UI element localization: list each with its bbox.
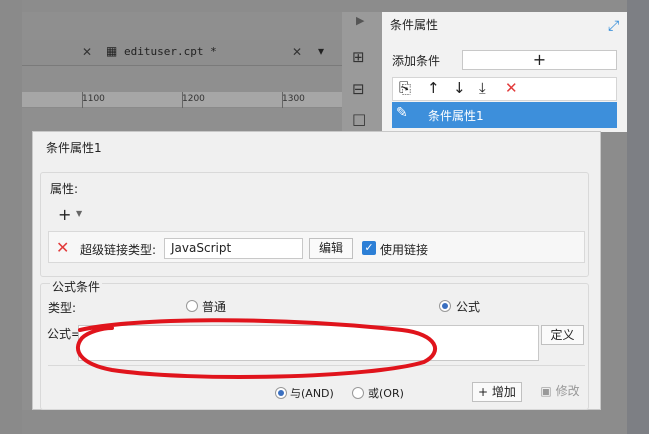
ruler-label: 1200: [182, 94, 205, 104]
hyperlink-type-label: 超级链接类型:: [80, 243, 157, 257]
condition-list-toolbar: ⎘ ↑ ↓ ⤓ ✕: [392, 77, 617, 101]
pin-icon[interactable]: ⤢: [608, 18, 619, 34]
move-down-icon[interactable]: ↓: [453, 79, 466, 97]
edit-pencil-icon: ✎: [396, 105, 408, 121]
move-up-icon[interactable]: ↑: [427, 79, 440, 97]
add-attribute-button[interactable]: +: [58, 205, 71, 224]
radio-and[interactable]: [275, 387, 287, 399]
define-button[interactable]: 定义: [541, 325, 584, 345]
close-icon[interactable]: ✕: [292, 45, 302, 59]
dialog-title: 条件属性1: [46, 141, 102, 155]
border-icon[interactable]: □: [352, 110, 366, 128]
radio-or-label: 或(OR): [368, 387, 404, 400]
annotation-circle: [76, 318, 437, 379]
radio-or[interactable]: [352, 387, 364, 399]
use-link-checkbox[interactable]: ✓: [362, 241, 376, 255]
move-bottom-icon[interactable]: ⤓: [479, 79, 486, 97]
use-link-label: 使用链接: [380, 243, 429, 257]
widget-attribute-icon[interactable]: ⊟: [352, 80, 365, 98]
editor-tab-bar: ✕ ▦ edituser.cpt * ✕ ▾: [22, 40, 342, 66]
expand-arrow-icon[interactable]: ▶: [356, 14, 364, 27]
formula-group-label: 公式条件: [50, 278, 103, 295]
chevron-down-icon[interactable]: ▼: [76, 209, 82, 218]
close-icon[interactable]: ✕: [82, 45, 92, 59]
ruler-label: 1100: [82, 94, 105, 104]
tab-edituser[interactable]: edituser.cpt *: [124, 45, 217, 58]
modify-button-label: 修改: [555, 384, 580, 398]
background-overlay-right: [627, 0, 649, 434]
ruler-tick: [82, 92, 83, 108]
ruler-label: 1300: [282, 94, 305, 104]
add-condition-button[interactable]: +: [462, 50, 617, 70]
radio-normal-label: 普通: [202, 300, 227, 314]
condition-item-label: 条件属性1: [428, 109, 484, 123]
radio-formula[interactable]: [439, 300, 451, 312]
delete-icon[interactable]: ✕: [56, 238, 69, 257]
modify-button[interactable]: ▣ 修改: [536, 382, 584, 402]
cell-attribute-icon[interactable]: ⊞: [352, 48, 365, 66]
delete-icon[interactable]: ✕: [505, 79, 518, 97]
ruler-tick: [182, 92, 183, 108]
tab-menu-icon[interactable]: ▾: [318, 44, 324, 58]
edit-button[interactable]: 编辑: [309, 238, 353, 259]
ruler-tick: [282, 92, 283, 108]
add-button[interactable]: + 增加: [472, 382, 522, 402]
add-condition-label: 添加条件: [392, 54, 441, 68]
copy-icon[interactable]: ⎘: [399, 79, 411, 97]
type-label: 类型:: [48, 301, 77, 315]
plus-icon: +: [478, 385, 492, 399]
hyperlink-type-field[interactable]: JavaScript: [164, 238, 303, 259]
condition-list-item[interactable]: [392, 102, 617, 128]
attribute-group-label: 属性:: [50, 182, 79, 196]
radio-and-label: 与(AND): [290, 387, 334, 400]
horizontal-ruler: 1100 1200 1300: [22, 92, 342, 108]
radio-normal[interactable]: [186, 300, 198, 312]
radio-formula-label: 公式: [456, 300, 481, 314]
panel-title: 条件属性: [390, 18, 439, 32]
add-button-label: 增加: [491, 385, 516, 399]
modify-icon: ▣: [540, 384, 556, 398]
report-file-icon: ▦: [106, 44, 118, 58]
background-overlay-left: [0, 0, 22, 434]
